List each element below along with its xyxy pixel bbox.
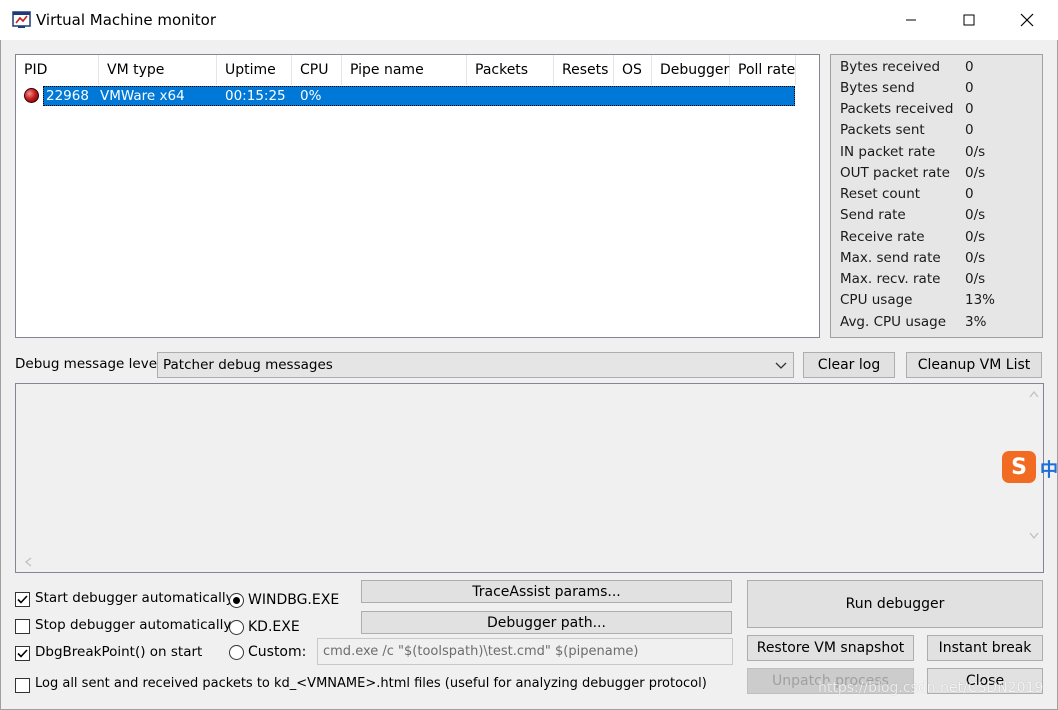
minimize-button[interactable] [882,0,940,40]
close-window-button[interactable] [998,0,1056,40]
stop-debugger-auto-label: Stop debugger automatically [35,617,232,633]
debug-level-select[interactable]: Patcher debug messages [157,352,794,378]
chevron-down-icon[interactable] [769,353,793,377]
minimize-icon [906,19,916,21]
column-header-poll-rate[interactable]: Poll rate [730,55,796,85]
kd-label: KD.EXE [248,619,300,635]
cell-vm-type: VMWare x64 [100,88,185,104]
vm-list-header: PID VM type Uptime CPU Pipe name Packets… [16,55,819,85]
column-header-pid[interactable]: PID [16,55,99,85]
log-packets-label: Log all sent and received packets to kd_… [35,676,707,691]
stat-value: 0/s [965,250,986,266]
close-icon [1020,13,1034,27]
cleanup-vm-list-button[interactable]: Cleanup VM List [906,352,1042,378]
traceassist-params-button[interactable]: TraceAssist params... [361,580,732,603]
custom-command-field[interactable]: cmd.exe /c "$(toolspath)\test.cmd" $(pip… [317,638,733,665]
stat-label: Bytes send [840,80,915,96]
scroll-left-icon[interactable] [24,557,32,570]
kd-radio[interactable] [229,620,244,635]
stat-value: 0/s [965,144,986,160]
stat-label: OUT packet rate [840,165,950,181]
custom-radio[interactable] [229,645,244,660]
stat-value: 0/s [965,207,986,223]
column-header-pipe-name[interactable]: Pipe name [342,55,467,85]
vm-running-icon [24,88,39,103]
stat-label: Reset count [840,186,921,202]
maximize-icon [963,14,975,26]
log-packets-checkbox[interactable] [15,678,30,693]
ime-language-indicator[interactable]: 中 [1040,456,1058,482]
stat-value: 0 [965,80,974,96]
stat-label: CPU usage [840,292,913,308]
stat-label: Packets received [840,101,954,117]
window-title: Virtual Machine monitor [36,11,217,29]
custom-label: Custom: [248,644,307,660]
watermark: https://blog.csdn.net/CSDN2019 [818,680,1044,696]
column-header-resets[interactable]: Resets [554,55,614,85]
scroll-down-icon[interactable] [1029,532,1039,543]
debug-level-label: Debug message level: [15,356,166,372]
debug-level-value: Patcher debug messages [163,357,333,373]
stat-value: 0/s [965,165,986,181]
column-header-os[interactable]: OS [614,55,652,85]
column-header-debugger[interactable]: Debugger [652,55,730,85]
horizontal-scrollbar[interactable] [16,552,1026,572]
vm-list[interactable]: PID VM type Uptime CPU Pipe name Packets… [15,54,820,338]
scroll-up-icon[interactable] [1029,390,1039,401]
stat-label: Send rate [840,207,906,223]
stat-value: 0 [965,59,974,75]
stat-value: 0 [965,101,974,117]
stat-value: 0/s [965,271,986,287]
clear-log-button[interactable]: Clear log [803,352,895,378]
stat-label: IN packet rate [840,144,936,160]
cell-uptime: 00:15:25 [225,88,286,104]
stat-label: Receive rate [840,229,925,245]
windbg-label: WINDBG.EXE [248,592,340,608]
app-icon [12,10,32,30]
stat-label: Bytes received [840,59,941,75]
stats-panel: Bytes received 0 Bytes send 0 Packets re… [830,54,1043,338]
stat-value: 0 [965,122,974,138]
log-output[interactable] [15,383,1044,573]
instant-break-button[interactable]: Instant break [927,635,1043,661]
column-header-vm-type[interactable]: VM type [99,55,217,85]
stat-label: Max. send rate [840,250,941,266]
vm-list-row[interactable]: 22968 VMWare x64 00:15:25 0% [16,86,819,106]
cell-pid: 22968 [46,88,89,104]
dbgbreakpoint-label: DbgBreakPoint() on start [35,644,203,660]
stat-value: 0 [965,186,974,202]
stat-label: Avg. CPU usage [840,314,947,330]
cell-cpu: 0% [300,88,322,104]
stat-value: 3% [965,314,987,330]
run-debugger-button[interactable]: Run debugger [747,580,1043,628]
column-header-cpu[interactable]: CPU [292,55,342,85]
checkmark-icon [17,649,28,658]
column-header-packets[interactable]: Packets [467,55,554,85]
restore-vm-snapshot-button[interactable]: Restore VM snapshot [747,635,914,661]
column-header-uptime[interactable]: Uptime [217,55,292,85]
stat-value: 13% [965,292,996,308]
dbgbreakpoint-checkbox[interactable] [15,646,30,661]
debugger-path-button[interactable]: Debugger path... [361,611,732,634]
stat-label: Packets sent [840,122,925,138]
stat-label: Max. recv. rate [840,271,941,287]
ime-logo-icon[interactable]: S [1002,451,1036,483]
maximize-button[interactable] [940,0,998,40]
stat-value: 0/s [965,229,986,245]
start-debugger-auto-label: Start debugger automatically [35,590,234,606]
start-debugger-auto-checkbox[interactable] [15,592,30,607]
windbg-radio[interactable] [229,593,244,608]
custom-command-value: cmd.exe /c "$(toolspath)\test.cmd" $(pip… [323,644,639,659]
checkmark-icon [17,595,28,604]
radio-selected-dot [233,597,240,604]
stop-debugger-auto-checkbox[interactable] [15,619,30,634]
